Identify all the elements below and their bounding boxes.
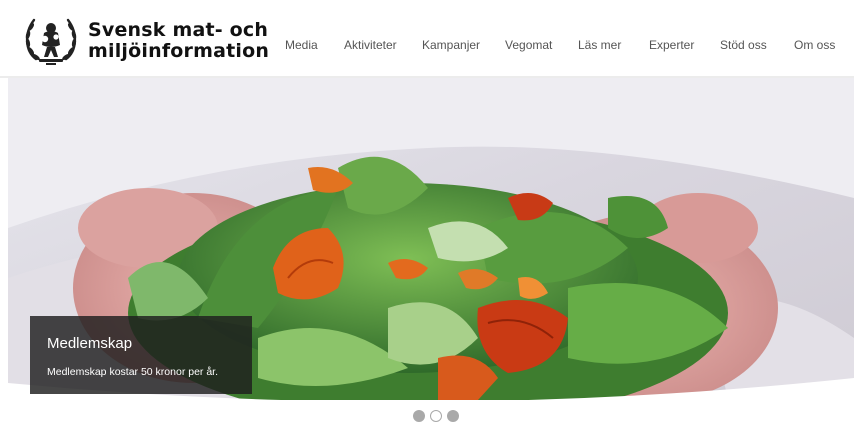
nav-item-experter[interactable]: Experter (649, 38, 694, 52)
nav-item-aktiviteter[interactable]: Aktiviteter (344, 38, 397, 52)
nav-item-kampanjer[interactable]: Kampanjer (422, 38, 480, 52)
nav-item-vegomat[interactable]: Vegomat (505, 38, 552, 52)
slide-caption[interactable]: Medlemskap Medlemskap kostar 50 kronor p… (30, 316, 252, 394)
caption-text: Medlemskap kostar 50 kronor per år. (47, 366, 218, 378)
main-nav: Media Aktiviteter Kampanjer Vegomat Läs … (0, 38, 854, 54)
slider-dot-3[interactable] (447, 410, 459, 422)
nav-item-las-mer[interactable]: Läs mer (578, 38, 621, 52)
site-header: Svensk mat- och miljöinformation Media A… (0, 0, 854, 76)
nav-item-stod-oss[interactable]: Stöd oss (720, 38, 767, 52)
nav-item-om-oss[interactable]: Om oss (794, 38, 835, 52)
caption-title[interactable]: Medlemskap (47, 335, 132, 352)
nav-item-media[interactable]: Media (285, 38, 318, 52)
slider-dot-1[interactable] (413, 410, 425, 422)
slider-dot-2[interactable] (430, 410, 442, 422)
